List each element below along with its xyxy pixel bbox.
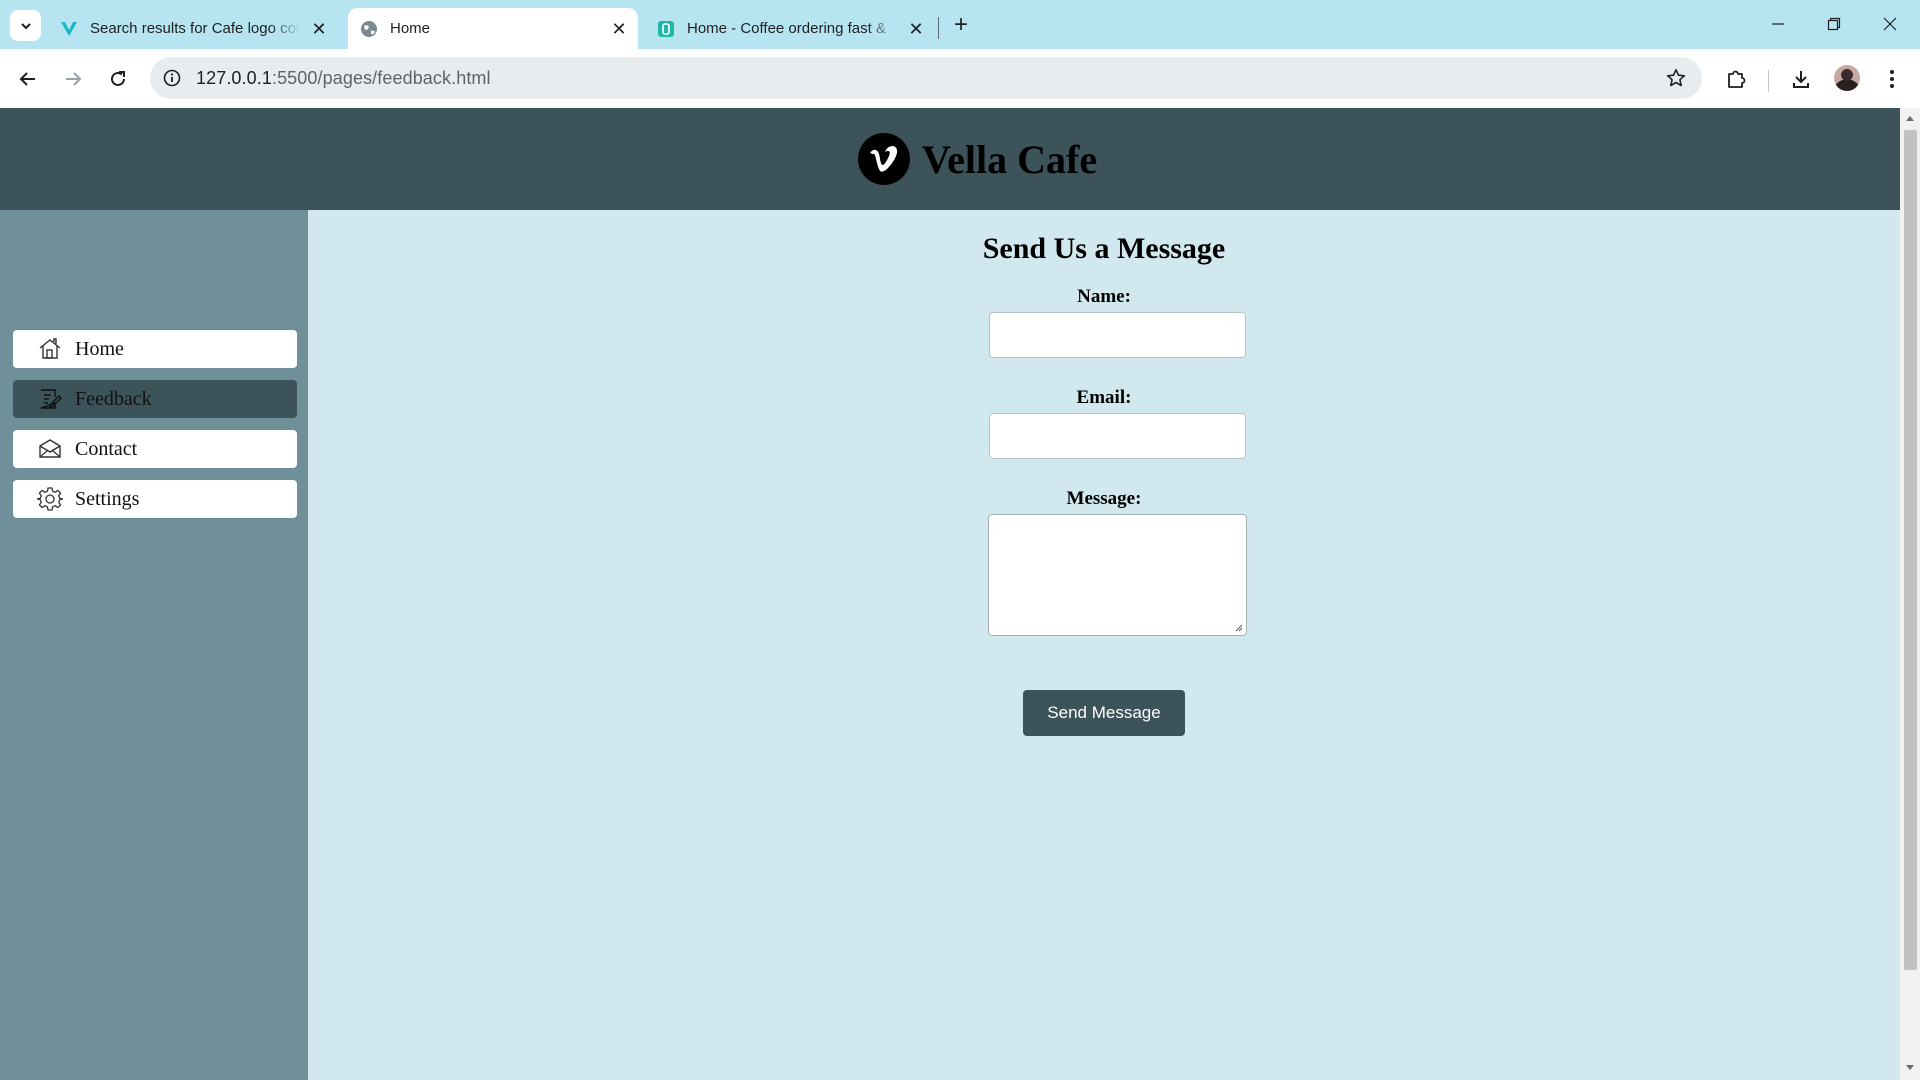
toolbar-divider (1768, 70, 1769, 92)
tab-title: Search results for Cafe logo col (90, 20, 300, 37)
restore-icon[interactable] (1814, 8, 1854, 40)
app-tile-icon (657, 20, 675, 38)
url-path: :5500/pages/feedback.html (271, 68, 491, 88)
sidebar-item-settings[interactable]: Settings (13, 480, 297, 518)
email-label: Email: (1076, 387, 1132, 408)
page-scrollbar[interactable] (1900, 108, 1920, 1080)
feedback-icon (37, 386, 63, 412)
close-tab-icon[interactable]: ✕ (905, 18, 927, 40)
tab-search-results[interactable]: Search results for Cafe logo col ✕ (48, 8, 338, 49)
brand-name: Vella Cafe (921, 136, 1098, 182)
sidebar-item-label: Contact (75, 437, 138, 460)
url-text: 127.0.0.1:5500/pages/feedback.html (196, 68, 491, 89)
close-tab-icon[interactable]: ✕ (608, 18, 630, 40)
message-textarea[interactable] (988, 514, 1247, 636)
site-info-icon[interactable] (160, 66, 184, 90)
tab-title: Home (390, 20, 431, 37)
address-bar[interactable]: 127.0.0.1:5500/pages/feedback.html (150, 57, 1702, 99)
name-label: Name: (1077, 286, 1131, 307)
sidebar-item-feedback[interactable]: Feedback (13, 380, 297, 418)
tab-home-active[interactable]: Home ✕ (348, 8, 638, 49)
sidebar-item-label: Home (75, 337, 124, 360)
bookmark-star-icon[interactable] (1664, 66, 1688, 90)
browser-toolbar: 127.0.0.1:5500/pages/feedback.html (0, 49, 1920, 108)
extensions-puzzle-icon[interactable] (1720, 63, 1752, 95)
chevron-down-icon (20, 22, 31, 29)
tab-search-button[interactable] (10, 10, 41, 41)
tab-bar: Search results for Cafe logo col ✕ Home … (0, 0, 1920, 49)
envelope-icon (37, 436, 63, 462)
back-arrow-icon[interactable] (12, 63, 44, 95)
scroll-down-arrow-icon[interactable] (1904, 1062, 1916, 1074)
new-tab-plus-icon[interactable]: + (948, 11, 974, 38)
message-label: Message: (1066, 488, 1142, 509)
sidebar: Home Feedback Contact Settings (0, 210, 308, 1080)
globe-icon (360, 20, 378, 38)
site-header: Vella Cafe (0, 108, 1900, 210)
tab-coffee-ordering[interactable]: Home - Coffee ordering fast & ✕ (645, 8, 935, 49)
brand: Vella Cafe (857, 133, 1098, 185)
vimeo-v-logo-icon (857, 133, 910, 185)
page-viewport: Vella Cafe Home Feedback Contact Setting… (0, 108, 1900, 1080)
page-title: Send Us a Message (982, 232, 1226, 265)
sidebar-item-contact[interactable]: Contact (13, 430, 297, 468)
resize-grip-icon[interactable] (1233, 622, 1243, 632)
scroll-up-arrow-icon[interactable] (1904, 112, 1916, 124)
name-field[interactable] (989, 312, 1246, 358)
url-host: 127.0.0.1 (196, 68, 272, 88)
download-icon[interactable] (1785, 63, 1817, 95)
email-field[interactable] (989, 413, 1246, 459)
close-window-icon[interactable] (1870, 8, 1910, 40)
gear-icon (37, 486, 63, 512)
sidebar-item-label: Settings (75, 487, 140, 510)
profile-avatar[interactable] (1834, 65, 1860, 91)
minimize-icon[interactable] (1758, 8, 1798, 40)
sidebar-item-label: Feedback (75, 387, 152, 410)
forward-arrow-icon[interactable] (57, 63, 89, 95)
tab-title: Home - Coffee ordering fast & (687, 20, 886, 37)
main-content: Send Us a Message Name: Email: Message: … (308, 210, 1900, 1080)
more-menu-icon[interactable] (1876, 63, 1908, 95)
house-icon (37, 336, 63, 362)
reload-icon[interactable] (102, 63, 134, 95)
send-message-button[interactable]: Send Message (1023, 690, 1185, 736)
vectorizer-v-icon (60, 20, 78, 38)
sidebar-item-home[interactable]: Home (13, 330, 297, 368)
tab-divider (938, 17, 939, 39)
scrollbar-thumb[interactable] (1904, 130, 1917, 970)
close-tab-icon[interactable]: ✕ (308, 18, 330, 40)
